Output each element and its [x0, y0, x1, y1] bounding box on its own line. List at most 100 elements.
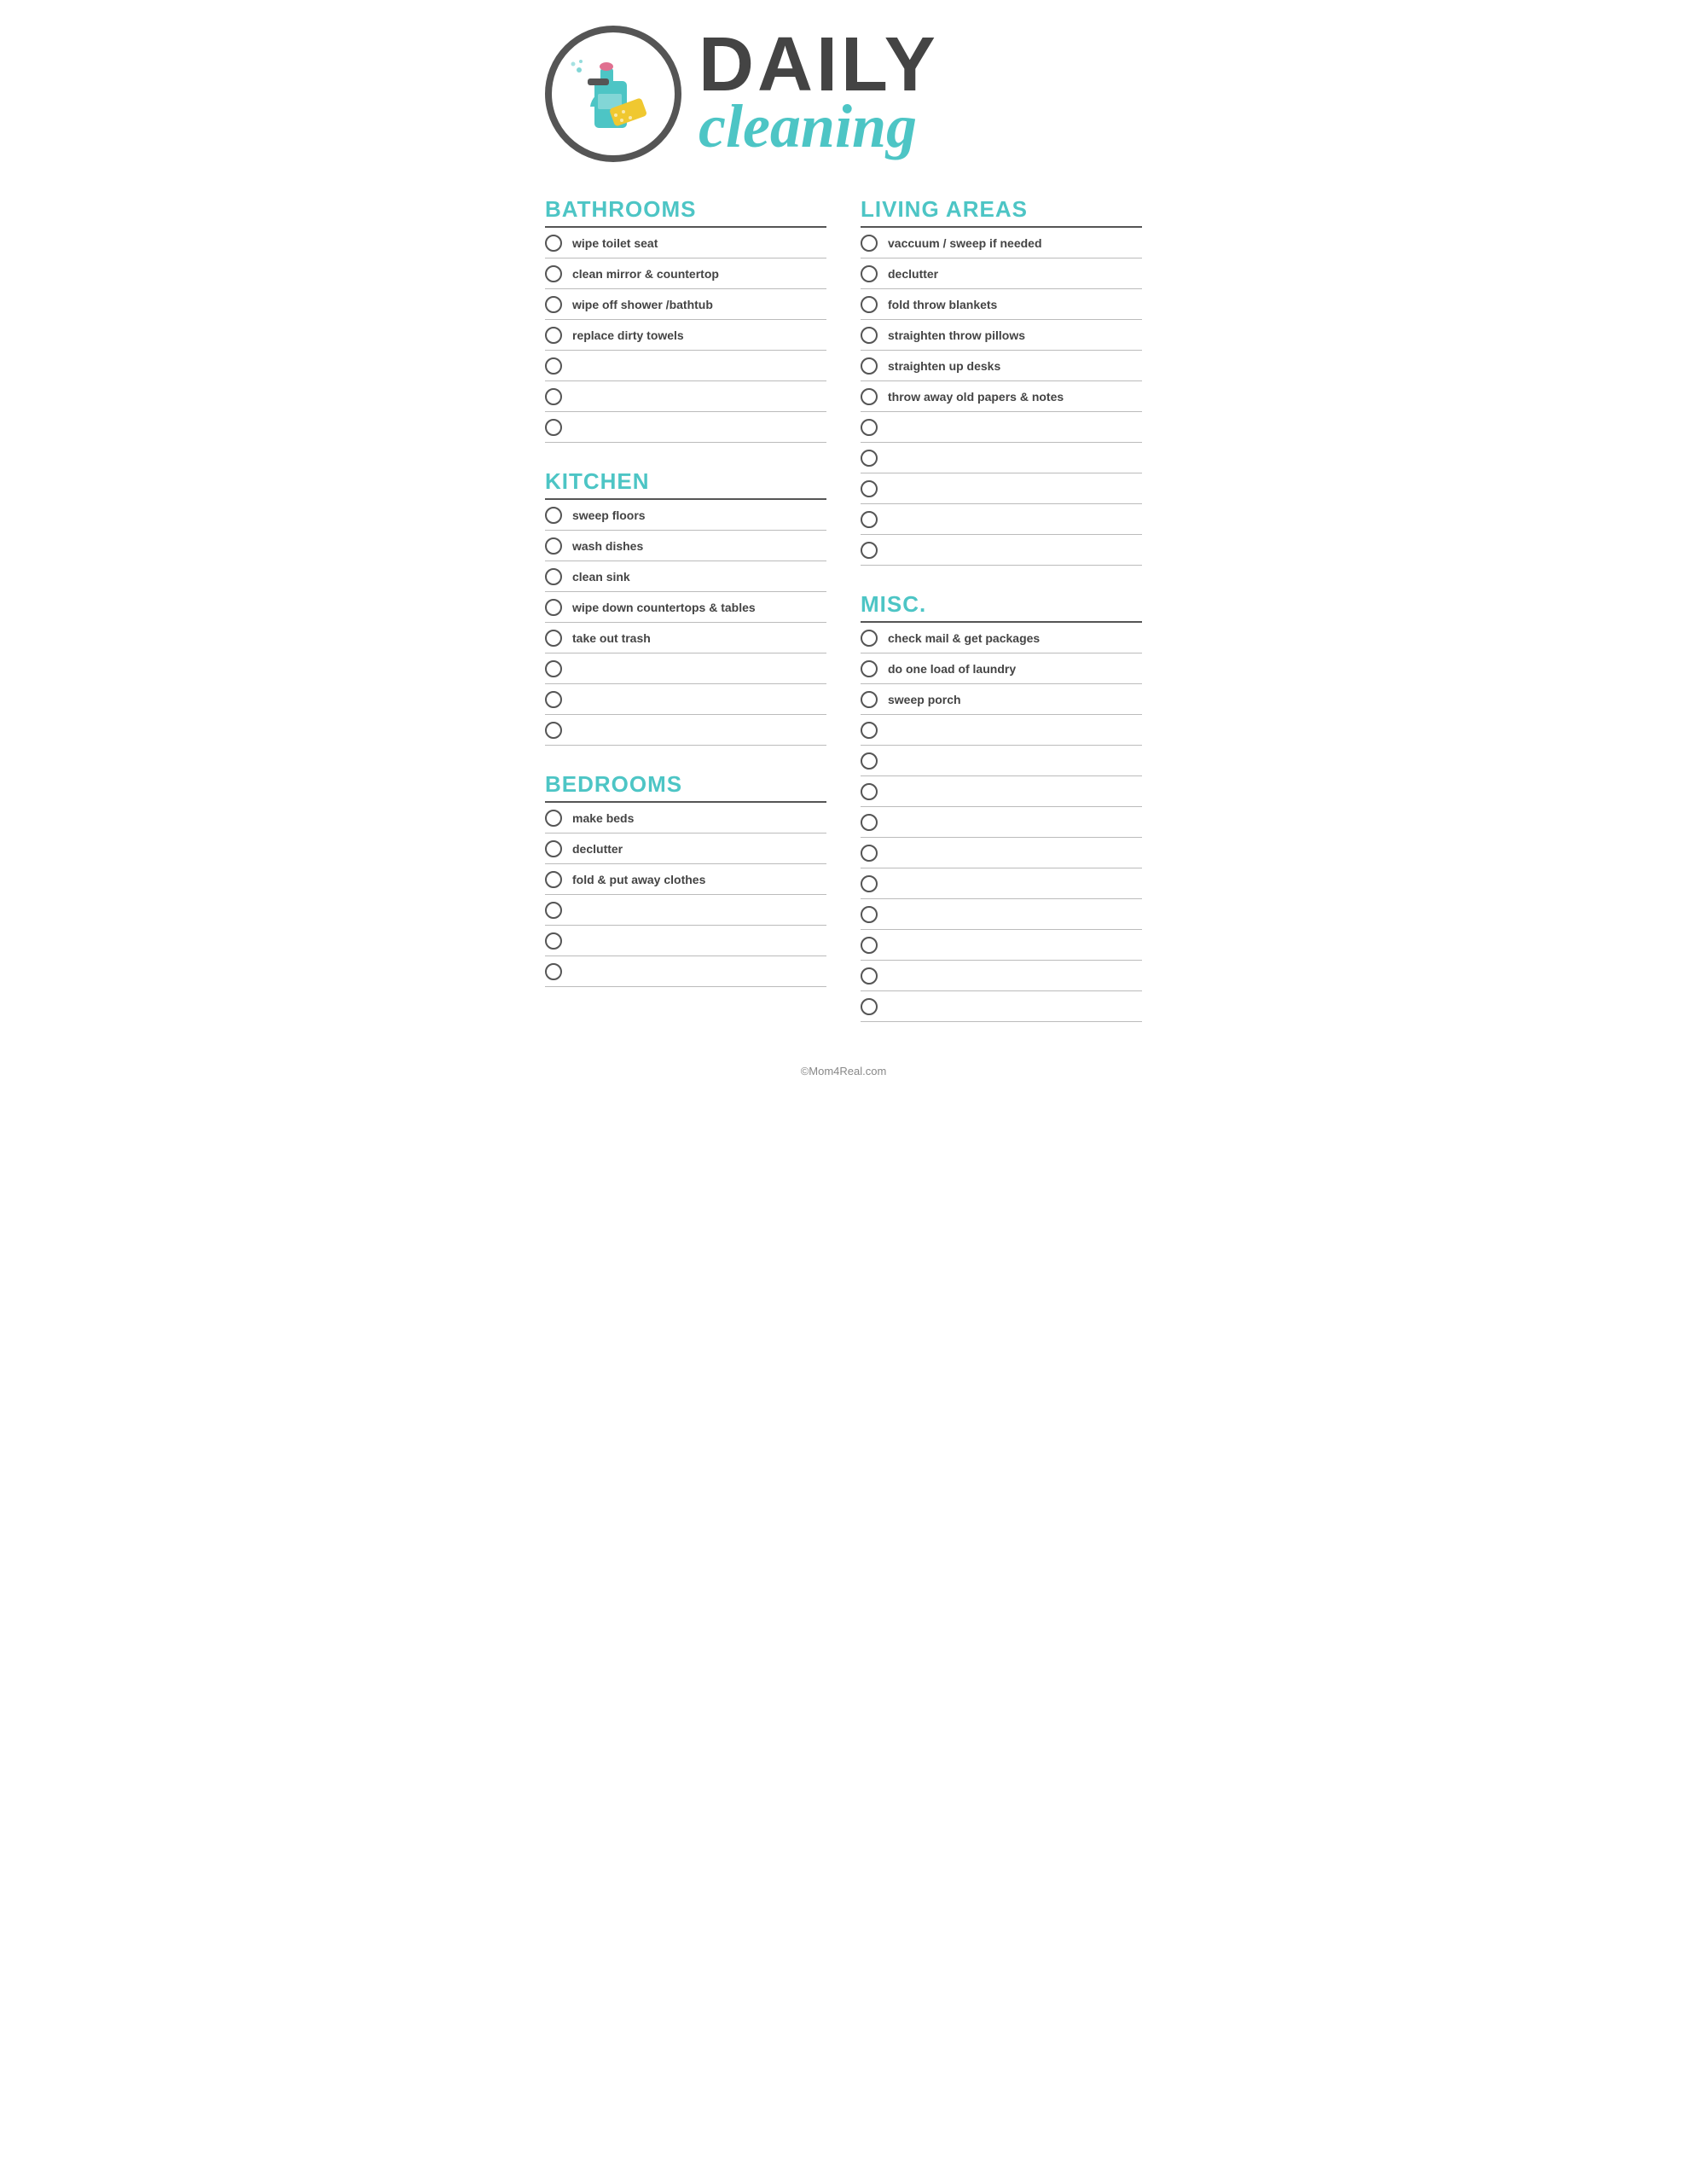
- checklist-item[interactable]: [545, 926, 826, 956]
- logo-circle: [545, 26, 681, 162]
- checklist-item[interactable]: [545, 653, 826, 684]
- checkbox-circle[interactable]: [545, 810, 562, 827]
- checklist-item[interactable]: [545, 715, 826, 746]
- checkbox-circle[interactable]: [861, 542, 878, 559]
- checklist-item[interactable]: [861, 930, 1142, 961]
- checkbox-circle[interactable]: [861, 630, 878, 647]
- checkbox-circle[interactable]: [861, 296, 878, 313]
- checklist-item[interactable]: straighten up desks: [861, 351, 1142, 381]
- title-cleaning: cleaning: [699, 96, 939, 157]
- checkbox-circle[interactable]: [545, 660, 562, 677]
- checkbox-circle[interactable]: [545, 932, 562, 950]
- checkbox-circle[interactable]: [861, 937, 878, 954]
- item-text: wipe off shower /bathtub: [572, 298, 713, 311]
- checklist-item[interactable]: fold & put away clothes: [545, 864, 826, 895]
- item-text: fold & put away clothes: [572, 873, 705, 886]
- checkbox-circle[interactable]: [545, 327, 562, 344]
- checkbox-circle[interactable]: [545, 630, 562, 647]
- checkbox-circle[interactable]: [545, 840, 562, 857]
- checkbox-circle[interactable]: [861, 967, 878, 985]
- checkbox-circle[interactable]: [545, 235, 562, 252]
- checklist-item[interactable]: [861, 746, 1142, 776]
- checklist-item[interactable]: wipe down countertops & tables: [545, 592, 826, 623]
- checklist-item[interactable]: [861, 961, 1142, 991]
- checklist-item[interactable]: take out trash: [545, 623, 826, 653]
- checklist-item[interactable]: do one load of laundry: [861, 653, 1142, 684]
- checklist-item[interactable]: [861, 504, 1142, 535]
- checklist-item[interactable]: [861, 991, 1142, 1022]
- checklist-item[interactable]: make beds: [545, 803, 826, 834]
- checklist-item[interactable]: clean mirror & countertop: [545, 258, 826, 289]
- checkbox-circle[interactable]: [545, 296, 562, 313]
- checklist-item[interactable]: replace dirty towels: [545, 320, 826, 351]
- checklist-item[interactable]: vaccuum / sweep if needed: [861, 228, 1142, 258]
- checkbox-circle[interactable]: [545, 537, 562, 555]
- checklist-item[interactable]: [861, 535, 1142, 566]
- section-title-living-areas: LIVING AREAS: [861, 196, 1142, 223]
- checkbox-circle[interactable]: [861, 722, 878, 739]
- checkbox-circle[interactable]: [861, 480, 878, 497]
- checklist-item[interactable]: declutter: [861, 258, 1142, 289]
- checklist-item[interactable]: [861, 807, 1142, 838]
- checklist-item[interactable]: wipe off shower /bathtub: [545, 289, 826, 320]
- checkbox-circle[interactable]: [545, 871, 562, 888]
- checkbox-circle[interactable]: [545, 691, 562, 708]
- checkbox-circle[interactable]: [545, 722, 562, 739]
- checkbox-circle[interactable]: [545, 568, 562, 585]
- checklist-item[interactable]: [545, 351, 826, 381]
- checkbox-circle[interactable]: [861, 265, 878, 282]
- checklist-item[interactable]: [545, 895, 826, 926]
- checklist-item[interactable]: [545, 412, 826, 443]
- checkbox-circle[interactable]: [861, 357, 878, 375]
- checkbox-circle[interactable]: [861, 814, 878, 831]
- checkbox-circle[interactable]: [861, 845, 878, 862]
- item-text: vaccuum / sweep if needed: [888, 236, 1042, 250]
- checkbox-circle[interactable]: [861, 327, 878, 344]
- checkbox-circle[interactable]: [861, 691, 878, 708]
- checkbox-circle[interactable]: [861, 660, 878, 677]
- checkbox-circle[interactable]: [861, 875, 878, 892]
- checklist-item[interactable]: clean sink: [545, 561, 826, 592]
- checkbox-circle[interactable]: [861, 450, 878, 467]
- checklist-item[interactable]: [545, 381, 826, 412]
- checklist-item[interactable]: wash dishes: [545, 531, 826, 561]
- checklist-item[interactable]: fold throw blankets: [861, 289, 1142, 320]
- checklist-item[interactable]: [861, 715, 1142, 746]
- checklist-item[interactable]: [861, 473, 1142, 504]
- checklist-item[interactable]: sweep floors: [545, 500, 826, 531]
- checklist-item[interactable]: sweep porch: [861, 684, 1142, 715]
- item-text: fold throw blankets: [888, 298, 997, 311]
- checkbox-circle[interactable]: [545, 388, 562, 405]
- checklist-item[interactable]: [861, 776, 1142, 807]
- checklist-item[interactable]: straighten throw pillows: [861, 320, 1142, 351]
- checkbox-circle[interactable]: [545, 507, 562, 524]
- checkbox-circle[interactable]: [545, 963, 562, 980]
- checkbox-circle[interactable]: [861, 783, 878, 800]
- checklist-item[interactable]: [545, 956, 826, 987]
- checkbox-circle[interactable]: [545, 599, 562, 616]
- checkbox-circle[interactable]: [545, 902, 562, 919]
- checklist-item[interactable]: [861, 412, 1142, 443]
- right-column: LIVING AREAS vaccuum / sweep if needed dec…: [861, 196, 1142, 1048]
- checkbox-circle[interactable]: [861, 752, 878, 770]
- checkbox-circle[interactable]: [861, 511, 878, 528]
- checklist-item[interactable]: check mail & get packages: [861, 623, 1142, 653]
- checkbox-circle[interactable]: [861, 235, 878, 252]
- item-text: wash dishes: [572, 539, 643, 553]
- checklist-item[interactable]: throw away old papers & notes: [861, 381, 1142, 412]
- checklist-item[interactable]: [545, 684, 826, 715]
- checkbox-circle[interactable]: [861, 906, 878, 923]
- checkbox-circle[interactable]: [545, 357, 562, 375]
- checklist-item[interactable]: [861, 868, 1142, 899]
- checklist-item[interactable]: declutter: [545, 834, 826, 864]
- checklist-item[interactable]: [861, 443, 1142, 473]
- checklist-item[interactable]: [861, 838, 1142, 868]
- checkbox-circle[interactable]: [861, 419, 878, 436]
- checkbox-circle[interactable]: [861, 998, 878, 1015]
- checkbox-circle[interactable]: [545, 265, 562, 282]
- checklist-item[interactable]: wipe toilet seat: [545, 228, 826, 258]
- footer: ©Mom4Real.com: [545, 1065, 1142, 1077]
- checklist-item[interactable]: [861, 899, 1142, 930]
- checkbox-circle[interactable]: [861, 388, 878, 405]
- checkbox-circle[interactable]: [545, 419, 562, 436]
